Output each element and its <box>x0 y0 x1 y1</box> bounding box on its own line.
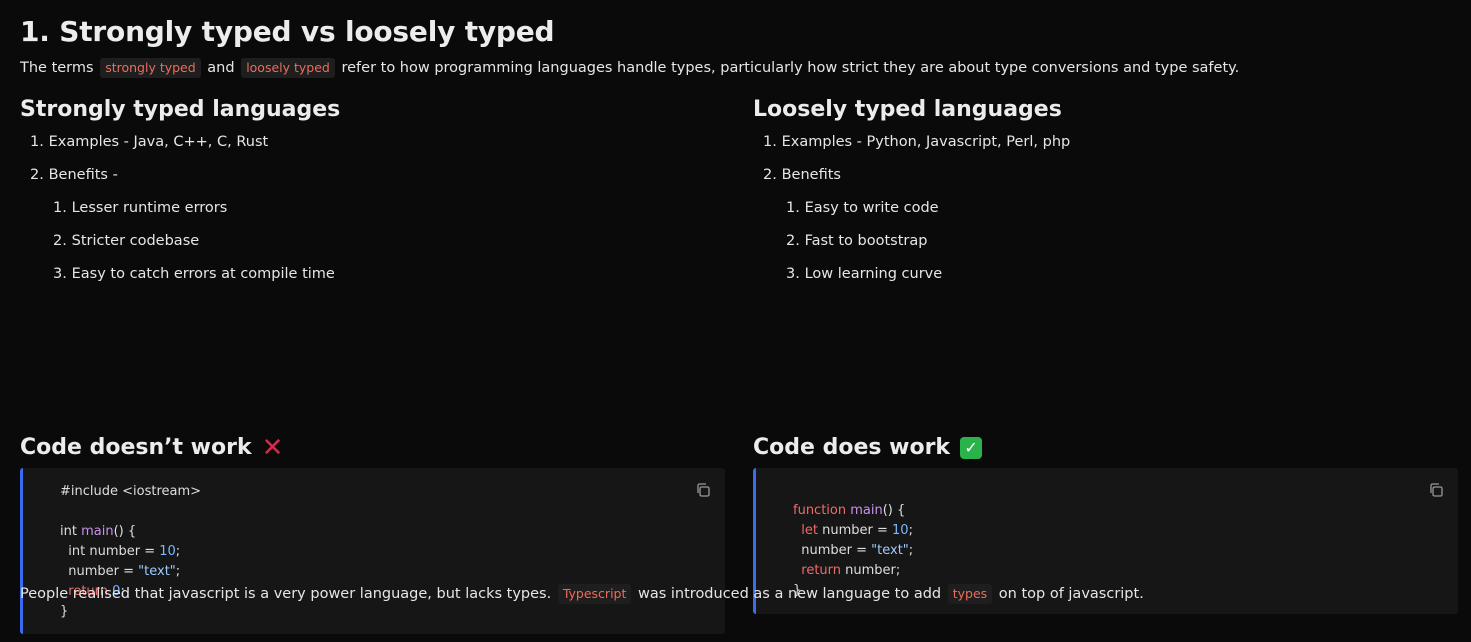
list-number: 2. <box>763 167 777 183</box>
code-token: ; <box>175 544 181 559</box>
footer-text-middle: was introduced as a new language to add <box>637 586 942 602</box>
page-content: 1. Strongly typed vs loosely typed The t… <box>20 12 1460 634</box>
code-token-number: 10 <box>159 544 176 559</box>
inline-code-loosely-typed: loosely typed <box>241 58 335 78</box>
list-number: 2. <box>786 233 800 249</box>
code-token: ; <box>908 523 913 538</box>
code-token: #include <iostream> <box>60 484 202 499</box>
code-token: number; <box>841 563 901 578</box>
code-token-keyword: return <box>793 563 842 578</box>
loosely-typed-column: Loosely typed languages 1. Examples - Py… <box>753 94 1458 291</box>
list-number: 2. <box>30 167 44 183</box>
code-token: number = <box>60 564 139 579</box>
list-item-text: Low learning curve <box>804 266 943 282</box>
page-title: 1. Strongly typed vs loosely typed <box>20 15 555 48</box>
list-item: 2. Benefits - <box>20 159 725 192</box>
code-line: function main() { <box>793 501 1458 521</box>
intro-text-after: refer to how programming languages handl… <box>341 60 1240 76</box>
code-token-string: "text" <box>871 543 909 558</box>
list-item: 3. Low learning curve <box>753 258 1458 291</box>
footer-paragraph: People realised that javascript is a ver… <box>20 582 1144 606</box>
list-item-text: Examples - Java, C++, C, Rust <box>48 134 269 150</box>
code-doesnt-work-title: Code doesn’t work <box>20 435 252 460</box>
code-token: } <box>60 604 69 619</box>
inline-code-types: types <box>947 584 993 604</box>
code-token: number = <box>793 543 872 558</box>
list-item-text: Easy to catch errors at compile time <box>71 266 335 282</box>
code-token-keyword: let <box>793 523 818 538</box>
intro-text-middle: and <box>207 60 235 76</box>
code-token: number = <box>817 523 893 538</box>
loosely-typed-heading: Loosely typed languages <box>753 97 1062 122</box>
code-line: #include <iostream> <box>60 482 725 502</box>
list-item-text: Stricter codebase <box>71 233 200 249</box>
strongly-typed-column: Strongly typed languages 1. Examples - J… <box>20 94 725 291</box>
code-token: () { <box>113 524 137 539</box>
loosely-typed-list: 1. Examples - Python, Javascript, Perl, … <box>753 126 1458 291</box>
list-item-text: Easy to write code <box>804 200 939 216</box>
strongly-typed-heading: Strongly typed languages <box>20 97 341 122</box>
list-item: 1. Lesser runtime errors <box>20 192 725 225</box>
code-doesnt-work-heading: Code doesn’t work ✕ <box>20 432 725 464</box>
footer-text-after: on top of javascript. <box>998 586 1144 602</box>
code-line: number = "text"; <box>60 562 725 582</box>
list-item-text: Lesser runtime errors <box>71 200 228 216</box>
code-line: int number = 10; <box>60 542 725 562</box>
code-token-string: "text" <box>138 564 176 579</box>
list-number: 1. <box>763 134 777 150</box>
code-line: int main() { <box>60 522 725 542</box>
code-line: return number; <box>793 561 1458 581</box>
list-item: 2. Stricter codebase <box>20 225 725 258</box>
check-mark-icon: ✓ <box>960 437 983 459</box>
code-line: number = "text"; <box>793 541 1458 561</box>
copy-icon[interactable] <box>695 482 711 498</box>
list-item: 2. Fast to bootstrap <box>753 225 1458 258</box>
code-token: ; <box>908 543 914 558</box>
list-number: 2. <box>53 233 67 249</box>
strongly-typed-list: 1. Examples - Java, C++, C, Rust 2. Bene… <box>20 126 725 291</box>
list-number: 1. <box>30 134 44 150</box>
code-token: () { <box>882 503 906 518</box>
list-item-text: Benefits <box>781 167 841 183</box>
list-item-text: Examples - Python, Javascript, Perl, php <box>781 134 1071 150</box>
cross-mark-icon: ✕ <box>261 433 284 463</box>
intro-paragraph: The terms strongly typed and loosely typ… <box>20 56 1460 80</box>
list-item: 1. Examples - Java, C++, C, Rust <box>20 126 725 159</box>
footer-text-before: People realised that javascript is a ver… <box>20 586 552 602</box>
list-item: 3. Easy to catch errors at compile time <box>20 258 725 291</box>
code-does-work-title: Code does work <box>753 435 951 460</box>
list-item-text: Fast to bootstrap <box>804 233 928 249</box>
code-line: let number = 10; <box>793 521 1458 541</box>
code-token-keyword: function <box>793 503 851 518</box>
inline-code-typescript: Typescript <box>557 584 632 604</box>
code-token-number: 10 <box>892 523 909 538</box>
list-item: 1. Examples - Python, Javascript, Perl, … <box>753 126 1458 159</box>
list-item: 2. Benefits <box>753 159 1458 192</box>
list-number: 1. <box>53 200 67 216</box>
list-number: 1. <box>786 200 800 216</box>
intro-text-before: The terms <box>20 60 94 76</box>
code-does-work-heading: Code does work ✓ <box>753 432 1458 464</box>
list-item: 1. Easy to write code <box>753 192 1458 225</box>
inline-code-strongly-typed: strongly typed <box>100 58 201 78</box>
code-token-function: main <box>850 503 883 518</box>
list-item-text: Benefits - <box>48 167 118 183</box>
list-number: 3. <box>53 266 67 282</box>
list-number: 3. <box>786 266 800 282</box>
code-token-function: main <box>81 524 114 539</box>
code-token: ; <box>175 564 181 579</box>
copy-icon[interactable] <box>1428 482 1444 498</box>
code-token: int <box>60 524 82 539</box>
code-token: int number = <box>60 544 160 559</box>
cpp-code-block: #include <iostream> int main() { int num… <box>20 468 725 634</box>
